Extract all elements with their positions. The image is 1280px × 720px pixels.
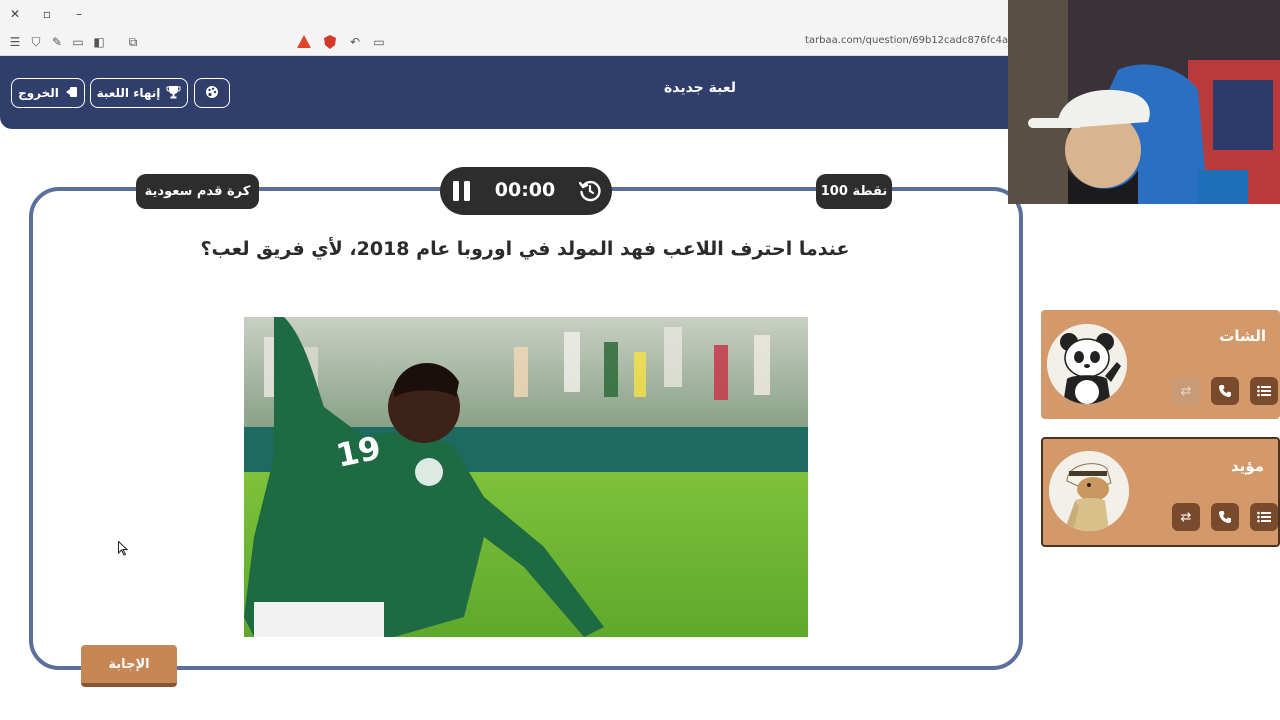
end-game-label: إنهاء اللعبة (96, 86, 161, 100)
team-name: الشات (1219, 327, 1266, 345)
phone-icon[interactable] (1211, 377, 1239, 405)
exit-icon (65, 86, 78, 101)
shield-icon[interactable]: ⛉ (28, 34, 44, 50)
mouse-cursor-icon (118, 540, 129, 560)
swap-icon[interactable]: ⇄ (1172, 377, 1200, 405)
points-badge: 100 نقطة (816, 174, 892, 209)
team-name: مؤيد (1231, 457, 1264, 475)
sidebar-icon[interactable]: ◧ (91, 34, 107, 50)
game-title: لعبة جديدة (663, 80, 737, 96)
panda-icon (1047, 324, 1127, 404)
reader-icon[interactable]: ▭ (70, 34, 86, 50)
webcam-overlay (1008, 0, 1280, 204)
timer-value: 00:00 (494, 179, 556, 201)
address-bar-url[interactable]: tarbaa.com/question/69b12cadc876fc4a8ef7… (805, 35, 1008, 49)
bookmark-icon[interactable]: ⧉ (125, 34, 141, 50)
category-badge: كرة قدم سعودية (136, 174, 259, 209)
screen-icon[interactable]: ▭ (371, 34, 387, 50)
question-text: عندما احترف اللاعب فهد المولد في اوروبا … (200, 238, 850, 260)
phone-icon[interactable] (1211, 503, 1239, 531)
exit-button[interactable]: الخروج (11, 78, 85, 108)
trophy-icon (166, 85, 181, 102)
answer-button[interactable]: الإجابة (81, 645, 177, 687)
exit-label: الخروج (18, 86, 59, 100)
timer: 00:00 (440, 167, 612, 215)
browser-toolbar: ✕ ▫ – ☰ ⛉ ✎ ▭ ◧ ⧉ ↶ ▭ tarbaa.com/questio… (0, 0, 1008, 56)
team-card-chat: الشات ⇄ (1041, 310, 1280, 419)
app-header: الخروج إنهاء اللعبة لعبة جديدة (0, 56, 1008, 129)
end-game-button[interactable]: إنهاء اللعبة (90, 78, 188, 108)
list-icon[interactable] (1250, 377, 1278, 405)
palette-button[interactable] (194, 78, 230, 108)
question-image: 19 (244, 317, 808, 637)
badge-icon[interactable] (322, 34, 338, 50)
extensions-icon[interactable]: ✎ (49, 34, 65, 50)
pause-icon[interactable] (452, 180, 472, 206)
undo-icon[interactable]: ↶ (347, 34, 363, 50)
close-icon[interactable]: ✕ (6, 5, 24, 23)
team-card-moayad: مؤيد ⇄ (1041, 437, 1280, 547)
reset-timer-icon[interactable] (578, 179, 602, 207)
palette-icon (205, 85, 219, 102)
menu-icon[interactable]: ☰ (7, 34, 23, 50)
minimize-icon[interactable]: – (70, 5, 88, 23)
maximize-icon[interactable]: ▫ (38, 5, 56, 23)
brave-icon[interactable] (296, 34, 312, 50)
swap-icon[interactable]: ⇄ (1172, 503, 1200, 531)
list-icon[interactable] (1250, 503, 1278, 531)
camel-icon (1049, 451, 1129, 531)
